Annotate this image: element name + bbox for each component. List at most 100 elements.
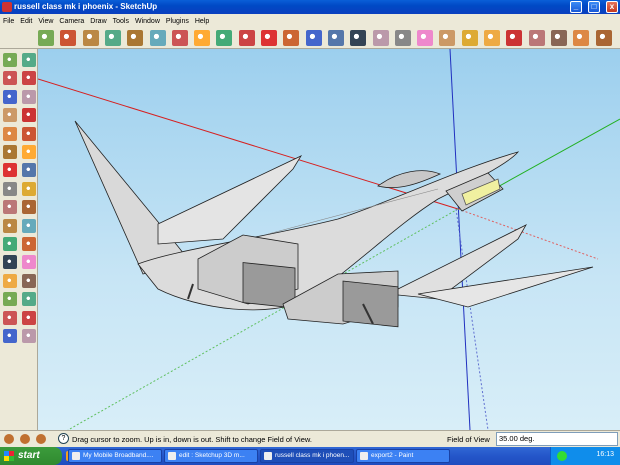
task-label: My Mobile Broadband.... (83, 452, 154, 459)
spaceship-model[interactable] (74, 120, 594, 328)
blue-axis-negative (455, 208, 489, 430)
position-camera-icon[interactable] (3, 310, 17, 325)
sketchup-window: russell class mk i phoenix - SketchUp _ … (0, 0, 620, 465)
drawing-area[interactable] (38, 49, 620, 430)
task-mobile-broadband[interactable]: My Mobile Broadband.... (68, 449, 162, 463)
orbit-icon[interactable] (305, 30, 322, 46)
zoom-extents-icon[interactable] (372, 30, 389, 46)
geo-location-icon[interactable] (4, 434, 14, 444)
follow-me-icon[interactable] (22, 163, 36, 178)
previous-view-icon[interactable] (394, 30, 411, 46)
push-pull-icon[interactable] (216, 30, 233, 46)
line-icon[interactable] (22, 89, 36, 104)
dimension-icon[interactable] (439, 30, 456, 46)
model-canvas (38, 49, 620, 430)
zoom-icon[interactable] (350, 30, 367, 46)
arc-icon[interactable] (127, 30, 144, 46)
share-model-icon[interactable] (573, 30, 590, 46)
status-bar: ? Drag cursor to zoom. Up is in, down is… (0, 430, 620, 447)
push-pull-icon[interactable] (22, 145, 36, 159)
protractor-icon[interactable] (3, 218, 17, 233)
windows-logo-icon (4, 451, 14, 461)
rotate-icon[interactable] (261, 30, 277, 46)
make-component-icon[interactable] (149, 30, 166, 46)
pan-icon[interactable] (22, 255, 36, 270)
app-icon (168, 452, 176, 460)
sketchup-app-icon (2, 2, 12, 12)
3d-text-icon[interactable] (22, 237, 36, 251)
start-button[interactable]: start (0, 447, 62, 465)
task-edit-sketchup[interactable]: edit : Sketchup 3D m... (164, 449, 258, 463)
section-plane-icon[interactable] (22, 329, 36, 343)
app-icon (264, 452, 272, 460)
tape-measure-icon[interactable] (3, 200, 17, 215)
maximize-button[interactable]: □ (588, 1, 600, 13)
arc-icon[interactable] (22, 108, 36, 123)
zoom-extents-icon[interactable] (22, 292, 36, 307)
close-button[interactable]: x (606, 1, 618, 13)
axes-icon[interactable] (3, 237, 17, 251)
tape-measure-icon[interactable] (417, 30, 434, 46)
text-icon[interactable] (22, 218, 36, 233)
3d-text-icon[interactable] (528, 30, 545, 46)
look-around-icon[interactable] (22, 310, 36, 325)
rectangle-icon[interactable] (3, 89, 17, 104)
window-title: russell class mk i phoenix - SketchUp (14, 2, 158, 11)
system-tray: 16:13 (550, 447, 620, 465)
left-toolbar (0, 49, 38, 430)
blue-axis (449, 49, 471, 430)
task-sketchup-model[interactable]: russell class mk i phoen... (260, 449, 354, 463)
menu-bar: File Edit View Camera Draw Tools Window Plugins… (0, 14, 620, 27)
taskbar: start My Mobile Broadband.... edit : Ske… (0, 447, 620, 465)
task-label: export2 - Paint (371, 452, 414, 459)
move-icon[interactable] (3, 145, 17, 159)
protractor-icon[interactable] (461, 30, 478, 46)
move-icon[interactable] (238, 30, 255, 46)
polygon-icon[interactable] (3, 126, 17, 141)
orbit-icon[interactable] (3, 255, 17, 270)
previous-icon[interactable] (3, 292, 17, 307)
clock: 16:13 (596, 451, 614, 458)
rotate-icon[interactable] (3, 163, 17, 178)
task-paint[interactable]: export2 - Paint (356, 449, 450, 463)
title-bar[interactable]: russell class mk i phoenix - SketchUp _ … (0, 0, 620, 14)
start-label: start (18, 450, 40, 461)
paint-bucket-icon[interactable] (3, 71, 17, 86)
follow-me-icon[interactable] (283, 30, 300, 46)
dimension-icon[interactable] (22, 200, 36, 215)
axes-icon[interactable] (506, 30, 523, 46)
select-icon[interactable] (38, 30, 54, 46)
task-label: russell class mk i phoen... (275, 452, 350, 459)
help-icon[interactable]: ? (58, 433, 69, 444)
scale-icon[interactable] (3, 181, 17, 196)
measurements-label: Field of View (447, 435, 490, 444)
rectangle-icon[interactable] (82, 30, 99, 46)
select-icon[interactable] (3, 53, 17, 67)
components-icon[interactable] (595, 30, 612, 46)
make-component-icon[interactable] (22, 53, 36, 67)
left-engine-grille (242, 262, 296, 309)
app-icon (360, 452, 368, 460)
eraser-icon[interactable] (171, 30, 188, 46)
eraser-icon[interactable] (22, 71, 36, 86)
credits-icon[interactable] (20, 434, 30, 444)
text-icon[interactable] (484, 30, 500, 46)
zoom-icon[interactable] (3, 273, 17, 288)
circle-icon[interactable] (3, 108, 17, 123)
paint-bucket-icon[interactable] (194, 30, 211, 46)
freehand-icon[interactable] (22, 126, 36, 141)
user-icon[interactable] (36, 434, 46, 444)
walk-icon[interactable] (3, 329, 17, 343)
get-models-icon[interactable] (550, 30, 567, 46)
pan-icon[interactable] (327, 30, 344, 46)
circle-icon[interactable] (104, 30, 121, 46)
zoom-window-icon[interactable] (22, 273, 36, 288)
task-label: edit : Sketchup 3D m... (179, 452, 245, 459)
pencil-icon[interactable] (60, 30, 77, 46)
network-icon[interactable] (557, 451, 567, 461)
tail-fin (74, 120, 189, 275)
app-icon (72, 452, 80, 460)
measurements-field[interactable]: 35.00 deg. (496, 432, 618, 446)
offset-icon[interactable] (22, 181, 36, 196)
minimize-button[interactable]: _ (570, 1, 582, 13)
